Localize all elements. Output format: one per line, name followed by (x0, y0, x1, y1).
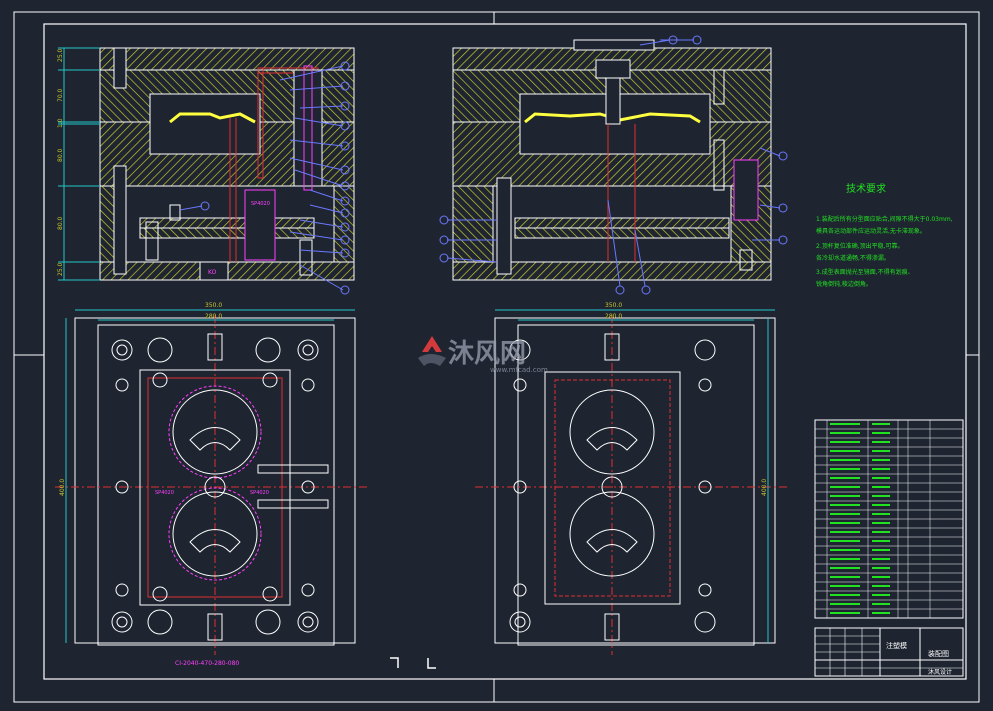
dim-height-right: 400.0 (761, 479, 768, 496)
dim-width-inner-right: 280.0 (605, 313, 622, 320)
section-marks (390, 657, 436, 669)
bom-cell-mark (830, 603, 860, 605)
dim-height-left: 400.0 (59, 479, 66, 496)
kick-box-label: KO (208, 269, 217, 276)
bom-cell-mark (872, 450, 890, 452)
bom-cell-mark (830, 513, 860, 515)
bom-cell-mark (872, 486, 890, 488)
plate-dim-6: 25.0 (57, 262, 64, 276)
bom-cell-mark (830, 468, 860, 470)
tech-line-1: 1.装配后所有分型面应贴合,间隙不得大于0.03mm, (816, 215, 953, 223)
bom-cell-mark (872, 558, 890, 560)
bom-cell-mark (872, 468, 890, 470)
bom-cell-mark (872, 459, 890, 461)
bom-cell-mark (830, 486, 860, 488)
tech-line-3: 2.顶杆复位准确,顶出平稳,可靠。 (816, 242, 904, 250)
bom-cell-mark (872, 585, 890, 587)
bom-cell-mark (830, 450, 860, 452)
dim-width-outer-left: 350.0 (205, 302, 222, 309)
title-drawing: 装配图 (928, 649, 949, 658)
dim-width-inner-left: 280.0 (205, 313, 222, 320)
title-company: 沐风设计 (928, 668, 952, 676)
bom-cell-mark (830, 504, 860, 506)
tech-title: 技术要求 (846, 182, 886, 195)
bom-cell-mark (830, 477, 860, 479)
tech-line-5: 3.成型表面抛光至镜面,不得有划痕、 (816, 268, 914, 276)
title-name: 注塑模 (886, 641, 907, 650)
bom-cell-mark (872, 540, 890, 542)
section-view-left: 25.0 70.0 1.0 80.0 80.0 25.0 SP4020 KO (57, 47, 355, 281)
bom-cell-mark (830, 594, 860, 596)
bom-cell-mark (830, 576, 860, 578)
bom-cell-mark (830, 423, 860, 425)
bom-cell-mark (830, 495, 860, 497)
spec-box-label: SP4020 (251, 201, 270, 207)
technical-notes: 技术要求 1.装配后所有分型面应贴合,间隙不得大于0.03mm, 模具各运动部件… (816, 182, 953, 288)
bom-cell-mark (872, 549, 890, 551)
bom-cell-mark (872, 495, 890, 497)
bom-cell-mark (872, 594, 890, 596)
bom-cell-mark (872, 567, 890, 569)
bom-cell-mark (830, 612, 860, 614)
title-block: 注塑模 装配图 沐风设计 (814, 627, 964, 677)
bom-cell-mark (872, 504, 890, 506)
bom-cell-mark (830, 540, 860, 542)
bom-cell-mark (830, 585, 860, 587)
watermark-url: www.mfcad.com (490, 366, 548, 374)
bom-cell-mark (830, 567, 860, 569)
bom-cell-mark (872, 477, 890, 479)
section-view-right (452, 39, 772, 281)
bom-cell-mark (872, 432, 890, 434)
mfcad-logo-icon (418, 336, 446, 366)
bom-cell-mark (830, 522, 860, 524)
spec-small-b: SP4020 (250, 490, 269, 496)
bom-cell-mark (872, 531, 890, 533)
bom-cell-mark (830, 531, 860, 533)
spec-small-a: SP4020 (155, 490, 174, 496)
bom-cell-mark (872, 612, 890, 614)
plate-dim-2: 70.0 (57, 88, 64, 102)
tech-line-4: 各冷却水道通畅,不得渗漏。 (816, 254, 890, 262)
bom-cell-mark (872, 441, 890, 443)
part-tag-left: CI-2040-470-280-080 (175, 660, 239, 667)
tech-line-2: 模具各运动部件应运动灵活,无卡滞现象。 (816, 227, 926, 235)
watermark-text: 沐风网 (448, 339, 526, 369)
bom-cell-mark (872, 513, 890, 515)
bom-table (814, 419, 964, 619)
bom-cell-mark (830, 549, 860, 551)
plate-dim-1: 25.0 (57, 48, 64, 62)
bom-cell-mark (872, 603, 890, 605)
bom-cell-mark (872, 522, 890, 524)
tech-line-6: 锐角倒钝,棱边倒角。 (816, 280, 872, 288)
bom-cell-mark (872, 423, 890, 425)
plan-view-left: SP4020 SP4020 CI-2040-470-280-080 350.0 … (55, 302, 370, 667)
plate-dim-3: 1.0 (57, 118, 64, 128)
plate-dim-4: 80.0 (57, 148, 64, 162)
plate-dim-5: 80.0 (57, 216, 64, 230)
dim-width-outer-right: 350.0 (605, 302, 622, 309)
cad-drawing-canvas: 25.0 70.0 1.0 80.0 80.0 25.0 SP4020 KO 技… (13, 11, 980, 703)
bom-cell-mark (872, 576, 890, 578)
bom-cell-mark (830, 441, 860, 443)
bom-cell-mark (830, 558, 860, 560)
bom-cell-mark (830, 432, 860, 434)
bom-cell-mark (830, 459, 860, 461)
